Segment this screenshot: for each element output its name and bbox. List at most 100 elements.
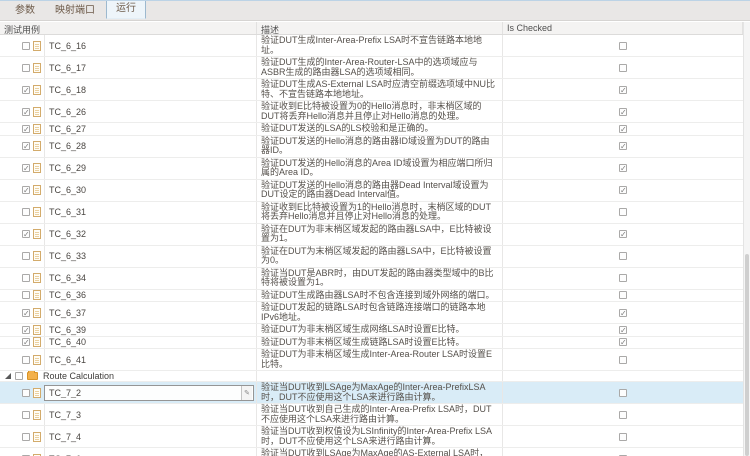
table-row[interactable]: TC_6_17验证DUT生成的Inter-Area-Router-LSA中的选项… — [0, 57, 743, 79]
table-row[interactable]: TC_6_33验证在DUT为末梢区域发起的路由器LSA中，E比特被设置为0。 — [0, 246, 743, 268]
row-checkbox[interactable] — [22, 64, 30, 72]
row-checkbox[interactable] — [22, 142, 30, 150]
is-checked-checkbox[interactable] — [619, 186, 627, 194]
description-cell: 验证当DUT是ABR时，由DUT发起的路由器类型域中的B比特将被设置为1。 — [257, 268, 503, 289]
tab-parameters[interactable]: 参数 — [6, 0, 44, 20]
testcase-id: TC_6_29 — [44, 158, 256, 179]
table-row[interactable]: TC_6_30验证DUT发送的Hello消息的路由器Dead Interval域… — [0, 180, 743, 202]
is-checked-checkbox[interactable] — [619, 86, 627, 94]
testcase-icon — [33, 207, 41, 217]
row-checkbox[interactable] — [22, 389, 30, 397]
is-checked-checkbox[interactable] — [619, 64, 627, 72]
table-row[interactable]: TC_6_16验证DUT生成Inter-Area-Prefix LSA时不宣告链… — [0, 35, 743, 57]
is-checked-cell — [503, 136, 743, 157]
row-checkbox[interactable] — [22, 164, 30, 172]
table-row[interactable]: TC_6_29验证DUT发送的Hello消息的Area ID域设置为相应端口所归… — [0, 158, 743, 180]
is-checked-checkbox[interactable] — [619, 42, 627, 50]
is-checked-checkbox[interactable] — [619, 208, 627, 216]
row-checkbox[interactable] — [22, 125, 30, 133]
row-checkbox[interactable] — [22, 433, 30, 441]
row-checkbox[interactable] — [22, 274, 30, 282]
testcase-icon — [33, 337, 41, 347]
testcase-cell: TC_6_29 — [0, 158, 257, 179]
column-header-description[interactable]: 描述 — [257, 22, 503, 34]
tab-run[interactable]: 运行 — [106, 0, 146, 19]
is-checked-checkbox[interactable] — [619, 433, 627, 441]
testcase-icon — [33, 141, 41, 151]
testcase-cell: TC_7_6 — [0, 448, 257, 456]
testcase-id: TC_6_26 — [44, 101, 256, 122]
row-checkbox[interactable] — [22, 108, 30, 116]
row-checkbox[interactable] — [22, 356, 30, 364]
table-row[interactable]: TC_6_37验证DUT发起的链路LSA时包含链路连接端口的链路本地IPv6地址… — [0, 302, 743, 324]
is-checked-checkbox[interactable] — [619, 411, 627, 419]
expander-icon[interactable] — [5, 373, 11, 379]
group-label: Route Calculation — [43, 371, 114, 381]
row-checkbox[interactable] — [22, 309, 30, 317]
row-checkbox[interactable] — [22, 326, 30, 334]
table-row[interactable]: TC_7_3验证当DUT收到自己生成的Inter-Area-Prefix LSA… — [0, 404, 743, 426]
is-checked-checkbox[interactable] — [619, 389, 627, 397]
row-checkbox[interactable] — [22, 208, 30, 216]
row-checkbox[interactable] — [22, 252, 30, 260]
table-row[interactable]: TC_6_40验证DUT为非末梢区域生成链路LSA时设置E比特。 — [0, 337, 743, 350]
table-row[interactable]: Route Calculation — [0, 371, 743, 382]
column-header-testcase[interactable]: 测试用例 — [0, 22, 257, 34]
is-checked-cell — [503, 337, 743, 349]
testcase-id: TC_7_6 — [44, 448, 256, 456]
table-row[interactable]: TC_6_18验证DUT生成AS-External LSA时应清空前缀选项域中N… — [0, 79, 743, 101]
testcase-id: TC_6_32 — [44, 224, 256, 245]
table-row[interactable]: TC_7_6验证当DUT收到LSAge为MaxAge的AS-External L… — [0, 448, 743, 456]
inline-edit-icon[interactable]: ✎ — [241, 386, 252, 400]
tab-port-mapping[interactable]: 映射端口 — [46, 0, 104, 20]
table-row[interactable]: TC_6_31验证收到E比特被设置为1的Hello消息时，末梢区域的DUT将丢弃… — [0, 202, 743, 224]
testcase-cell: Route Calculation — [0, 371, 257, 381]
testcase-cell: TC_7_4 — [0, 426, 257, 447]
is-checked-checkbox[interactable] — [619, 274, 627, 282]
testcase-edit-box[interactable]: TC_7_2✎ — [44, 385, 254, 401]
testcase-icon — [33, 388, 41, 398]
is-checked-checkbox[interactable] — [619, 252, 627, 260]
row-checkbox[interactable] — [22, 86, 30, 94]
table-row[interactable]: TC_6_27验证DUT发送的LSA的LS校验和是正确的。 — [0, 123, 743, 136]
testcase-id: TC_6_37 — [44, 302, 256, 323]
group-checkbox[interactable] — [15, 372, 23, 380]
testcase-icon — [33, 63, 41, 73]
row-checkbox[interactable] — [22, 42, 30, 50]
description-cell: 验证DUT发起的链路LSA时包含链路连接端口的链路本地IPv6地址。 — [257, 302, 503, 323]
row-checkbox[interactable] — [22, 338, 30, 346]
testcase-id: TC_6_34 — [44, 268, 256, 289]
is-checked-checkbox[interactable] — [619, 125, 627, 133]
row-checkbox[interactable] — [22, 230, 30, 238]
table-row[interactable]: TC_7_4验证当DUT收到权值设为LSInfinity的Inter-Area-… — [0, 426, 743, 448]
table-row[interactable]: TC_6_26验证收到E比特被设置为0的Hello消息时，非末梢区域的DUT将丢… — [0, 101, 743, 123]
row-checkbox[interactable] — [22, 186, 30, 194]
is-checked-checkbox[interactable] — [619, 309, 627, 317]
table-row[interactable]: TC_6_32验证在DUT为非末梢区域发起的路由器LSA中，E比特被设置为1。 — [0, 224, 743, 246]
table-row[interactable]: TC_6_41验证DUT为非末梢区域生成Inter-Area-Router LS… — [0, 349, 743, 371]
scrollbar-thumb[interactable] — [745, 254, 749, 456]
is-checked-cell — [503, 426, 743, 447]
testcase-cell: TC_6_39 — [0, 324, 257, 336]
testcase-icon — [33, 229, 41, 239]
table-row[interactable]: TC_6_39验证DUT为非末梢区域生成网络LSA时设置E比特。 — [0, 324, 743, 337]
is-checked-checkbox[interactable] — [619, 326, 627, 334]
is-checked-checkbox[interactable] — [619, 230, 627, 238]
testcase-id: TC_6_28 — [44, 136, 256, 157]
is-checked-cell — [503, 448, 743, 456]
table-row[interactable]: TC_6_36验证DUT生成路由器LSA时不包含连接到域外网络的端口。 — [0, 290, 743, 303]
vertical-scrollbar[interactable] — [743, 22, 750, 456]
is-checked-checkbox[interactable] — [619, 338, 627, 346]
row-checkbox[interactable] — [22, 411, 30, 419]
is-checked-checkbox[interactable] — [619, 142, 627, 150]
row-checkbox[interactable] — [22, 291, 30, 299]
column-header-is-checked[interactable]: Is Checked — [503, 22, 743, 34]
is-checked-checkbox[interactable] — [619, 356, 627, 364]
is-checked-checkbox[interactable] — [619, 291, 627, 299]
table-row[interactable]: TC_6_28验证DUT发送的Hello消息的路由器ID域设置为DUT的路由器I… — [0, 136, 743, 158]
description-cell: 验证DUT发送的Hello消息的路由器ID域设置为DUT的路由器ID。 — [257, 136, 503, 157]
is-checked-checkbox[interactable] — [619, 164, 627, 172]
table-row[interactable]: TC_6_34验证当DUT是ABR时，由DUT发起的路由器类型域中的B比特将被设… — [0, 268, 743, 290]
table-row[interactable]: TC_7_2✎验证当DUT收到LSAge为MaxAge的Inter-Area-P… — [0, 382, 743, 404]
is-checked-checkbox[interactable] — [619, 108, 627, 116]
